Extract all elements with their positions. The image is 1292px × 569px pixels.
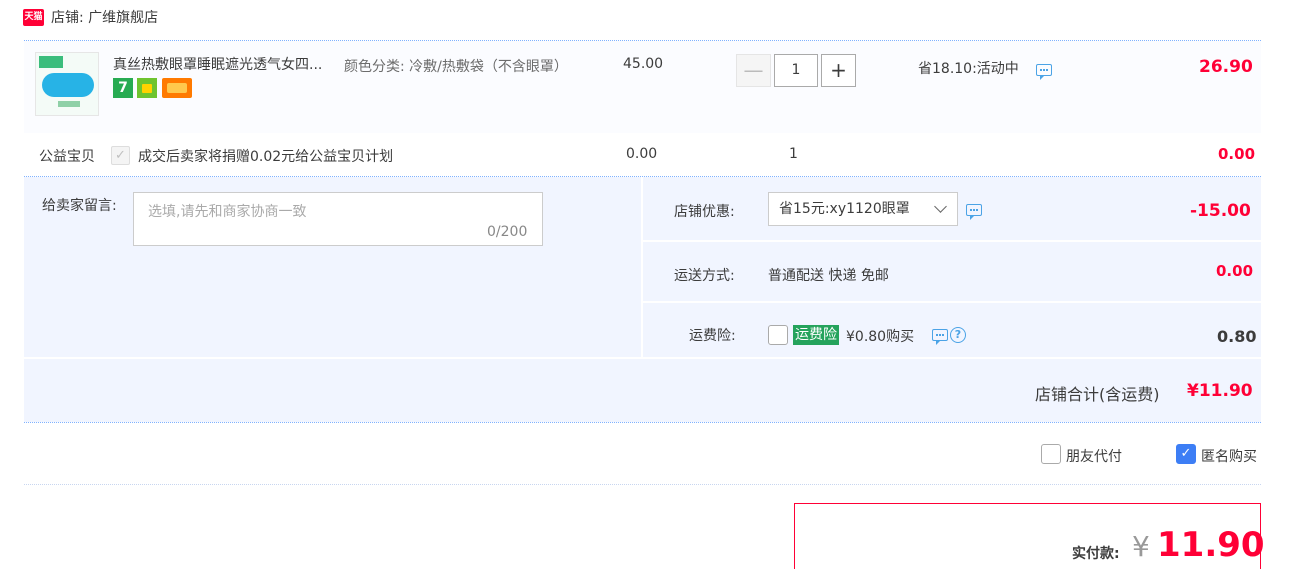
charity-price: 0.00	[626, 146, 658, 162]
charity-checkbox: ✓	[111, 146, 130, 165]
discount-value: -15.00	[1190, 201, 1251, 221]
message-counter: 0/200	[487, 224, 528, 240]
quantity-decrease-button[interactable]: —	[736, 54, 771, 87]
sku-info: 颜色分类: 冷敷/热敷袋（不含眼罩）	[344, 59, 568, 75]
charity-label: 公益宝贝	[39, 149, 95, 165]
shipping-label: 运送方式:	[674, 268, 735, 284]
shopping-bag-icon	[137, 78, 157, 98]
insurance-label: 运费险:	[689, 328, 736, 344]
friend-pay-label[interactable]: 朋友代付	[1066, 446, 1122, 466]
chat-icon[interactable]	[932, 329, 948, 345]
seven-day-return-icon: 7	[113, 78, 133, 98]
friend-pay-checkbox[interactable]	[1041, 444, 1061, 464]
message-placeholder: 选填,请先和商家协商一致	[148, 204, 307, 220]
insurance-checkbox[interactable]	[768, 325, 788, 345]
shop-total-value: ¥11.90	[1187, 381, 1253, 401]
charity-text: 成交后卖家将捐赠0.02元给公益宝贝计划	[138, 149, 394, 165]
insurance-value: 0.80	[1217, 327, 1257, 346]
payment-label: 实付款:	[1072, 546, 1120, 562]
payment-currency: ¥	[1132, 530, 1150, 563]
help-icon[interactable]: ?	[950, 327, 966, 343]
divider	[641, 177, 643, 357]
divider	[24, 484, 1261, 485]
quantity-input[interactable]: 1	[774, 54, 818, 87]
divider	[24, 422, 1261, 423]
tmall-logo: 天猫	[23, 9, 44, 26]
credit-card-icon	[162, 78, 192, 98]
discount-label: 店铺优惠:	[674, 204, 735, 220]
insurance-price: ¥0.80购买	[846, 329, 915, 345]
chevron-down-icon	[934, 200, 947, 213]
item-subtotal: 26.90	[1199, 57, 1253, 77]
divider	[643, 240, 1261, 242]
unit-price: 45.00	[623, 56, 664, 72]
chat-icon[interactable]	[1036, 64, 1052, 80]
shipping-value: 0.00	[1216, 262, 1254, 280]
discount-selected: 省15元:xy1120眼罩	[779, 201, 910, 217]
anonymous-label[interactable]: 匿名购买	[1201, 446, 1257, 466]
shop-name[interactable]: 店铺: 广维旗舰店	[51, 8, 158, 28]
chat-icon[interactable]	[966, 204, 982, 220]
promotion-text: 省18.10:活动中	[918, 61, 1019, 77]
shop-total-label: 店铺合计(含运费)	[1035, 385, 1160, 404]
quantity-increase-button[interactable]: +	[821, 54, 856, 87]
charity-subtotal: 0.00	[1218, 145, 1256, 163]
message-label: 给卖家留言:	[42, 198, 117, 214]
divider	[24, 357, 1261, 359]
discount-select[interactable]: 省15元:xy1120眼罩	[768, 192, 958, 226]
product-thumbnail[interactable]	[35, 52, 99, 116]
anonymous-checkbox[interactable]: ✓	[1176, 444, 1196, 464]
charity-quantity: 1	[789, 146, 798, 162]
divider	[643, 301, 1261, 303]
insurance-tag: 运费险	[793, 325, 839, 345]
payment-value: 11.90	[1157, 525, 1265, 565]
product-title[interactable]: 真丝热敷眼罩睡眠遮光透气女四...	[113, 55, 338, 75]
shipping-method: 普通配送 快递 免邮	[768, 268, 889, 284]
